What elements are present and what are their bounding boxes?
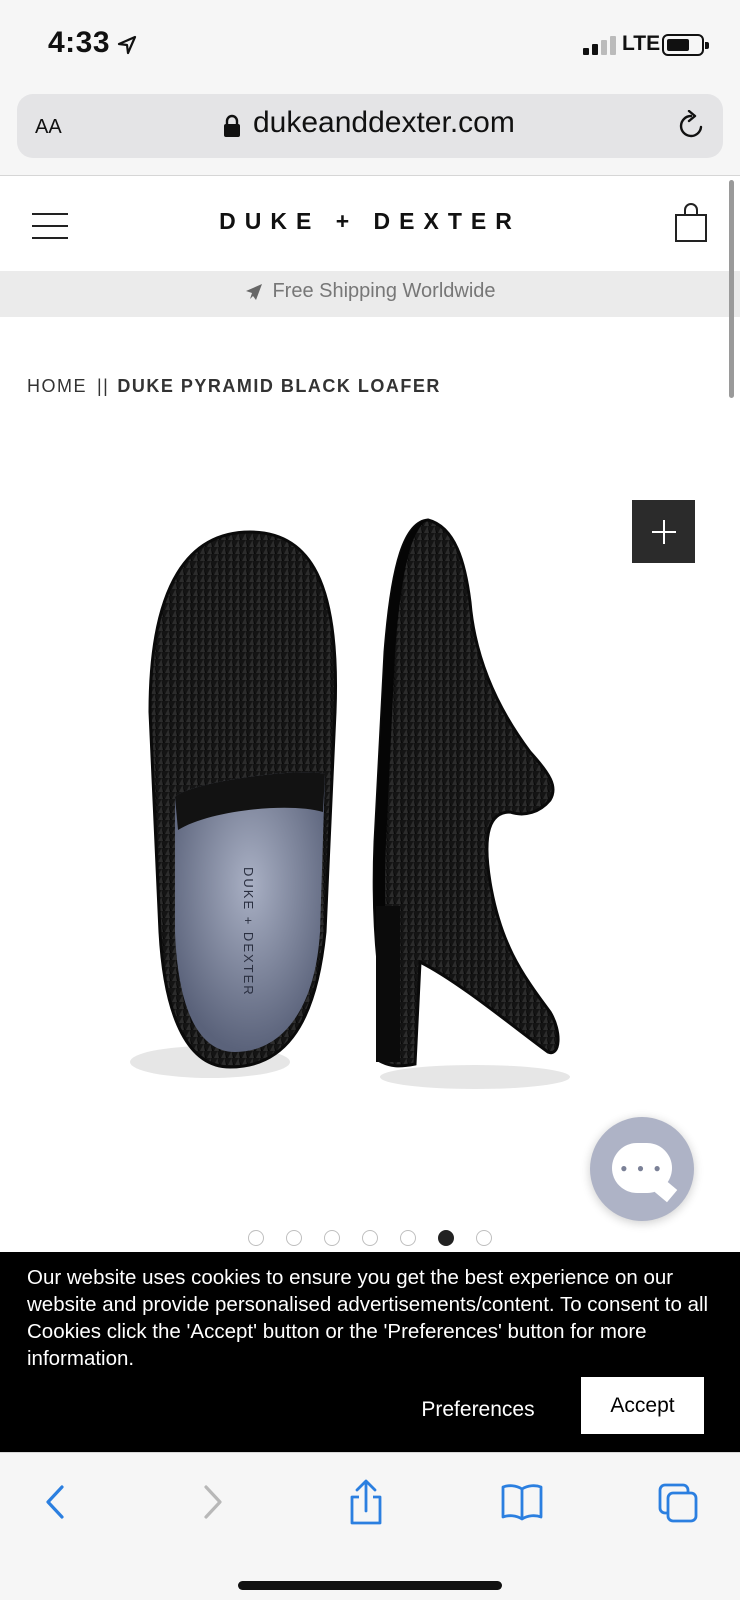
brand-logo[interactable]: DUKE + DEXTER — [0, 208, 740, 235]
carousel-dot[interactable] — [400, 1230, 416, 1246]
reload-icon[interactable] — [675, 110, 707, 142]
home-indicator — [238, 1581, 502, 1590]
back-arrow-icon[interactable] — [34, 1479, 78, 1525]
breadcrumb-home-link[interactable]: HOME — [27, 376, 87, 396]
accept-button[interactable]: Accept — [581, 1377, 704, 1434]
forward-arrow-icon[interactable] — [190, 1479, 234, 1525]
status-bar: 4:33 LTE — [0, 0, 740, 88]
bookmarks-icon[interactable] — [500, 1479, 544, 1525]
breadcrumb-separator: || — [97, 376, 110, 396]
url-field[interactable]: AA dukeanddexter.com — [17, 94, 723, 158]
preferences-button[interactable]: Preferences — [408, 1382, 548, 1438]
lock-icon — [224, 114, 240, 137]
airplane-icon — [246, 283, 263, 300]
carousel-dot[interactable] — [476, 1230, 492, 1246]
carousel-dot[interactable] — [324, 1230, 340, 1246]
carousel-dots — [248, 1230, 492, 1248]
shopping-bag-icon[interactable] — [674, 203, 708, 243]
zoom-button[interactable] — [632, 500, 695, 563]
carousel-dot[interactable] — [438, 1230, 454, 1246]
url-text: dukeanddexter.com — [253, 106, 515, 139]
location-arrow-icon — [117, 35, 137, 55]
tabs-icon[interactable] — [656, 1479, 700, 1525]
left-shoe: DUKE + DEXTER — [130, 530, 338, 1078]
carousel-dot[interactable] — [248, 1230, 264, 1246]
chat-icon: ● ● ● — [612, 1143, 678, 1203]
text-size-button[interactable]: AA — [35, 108, 62, 140]
status-time: 4:33 — [48, 26, 111, 59]
shipping-banner: Free Shipping Worldwide — [0, 271, 740, 317]
cookie-banner: Our website uses cookies to ensure you g… — [0, 1252, 740, 1452]
carousel-dot[interactable] — [286, 1230, 302, 1246]
carousel-dot[interactable] — [362, 1230, 378, 1246]
shipping-text: Free Shipping Worldwide — [272, 280, 496, 302]
right-shoe — [372, 518, 570, 1089]
cookie-message: Our website uses cookies to ensure you g… — [27, 1266, 709, 1370]
network-type: LTE — [622, 32, 661, 55]
breadcrumb: HOME || DUKE PYRAMID BLACK LOAFER — [27, 376, 441, 397]
breadcrumb-current: DUKE PYRAMID BLACK LOAFER — [117, 376, 441, 396]
insole-brand-text: DUKE + DEXTER — [241, 867, 256, 997]
chat-button[interactable]: ● ● ● — [590, 1117, 694, 1221]
site-header: DUKE + DEXTER — [0, 177, 740, 271]
scroll-indicator — [729, 180, 734, 398]
product-image[interactable]: DUKE + DEXTER — [130, 512, 590, 1112]
share-icon[interactable] — [344, 1479, 388, 1525]
zoom-plus-icon — [652, 520, 676, 544]
battery-icon — [662, 34, 709, 56]
browser-address-bar: AA dukeanddexter.com — [0, 88, 740, 176]
text-size-label: AA — [35, 116, 62, 138]
signal-strength-icon — [583, 35, 619, 55]
browser-toolbar — [0, 1452, 740, 1600]
